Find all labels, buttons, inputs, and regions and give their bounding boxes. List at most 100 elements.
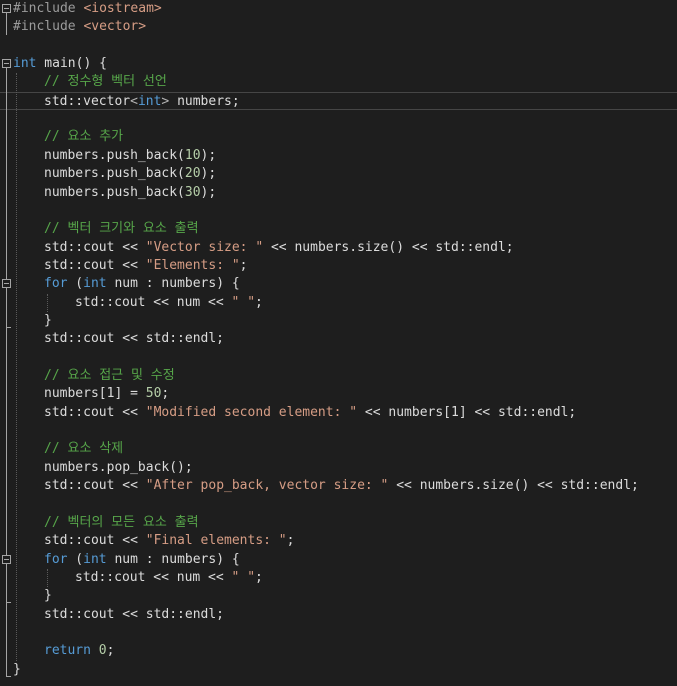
code-text: // 정수형 벡터 선언 [44, 73, 167, 91]
code-text: // 벡터의 모든 요소 출력 [44, 514, 199, 532]
code-token: for [44, 551, 68, 567]
code-line[interactable]: // 벡터의 모든 요소 출력 [0, 514, 677, 532]
code-token: // 정수형 벡터 선언 [44, 74, 167, 90]
code-editor[interactable]: #include <iostream> #include <vector> int … [0, 0, 677, 686]
code-text: std::cout << num << " "; [75, 294, 263, 312]
code-line[interactable] [0, 624, 677, 642]
code-line[interactable]: for (int num : numbers) { [0, 275, 677, 293]
code-text: numbers.push_back(10); [44, 147, 216, 165]
code-line[interactable]: for (int num : numbers) { [0, 551, 677, 569]
code-text: #include <vector> [13, 18, 146, 36]
code-line[interactable]: std::cout << "Final elements: "; [0, 532, 677, 550]
code-token: numbers.push_back( [44, 147, 185, 163]
code-token: 10 [184, 147, 201, 163]
code-token: <vector> [83, 19, 147, 35]
code-line[interactable]: #include <vector> [0, 18, 677, 36]
code-text: numbers.push_back(30); [44, 184, 216, 202]
code-line[interactable]: std::cout << "Modified second element: "… [0, 404, 677, 422]
code-line[interactable]: std::cout << std::endl; [0, 330, 677, 348]
code-text: std::cout << "Modified second element: "… [44, 404, 576, 422]
code-token: int [83, 276, 107, 292]
code-text: std::cout << "Final elements: "; [44, 532, 294, 550]
code-token: std::cout << num << [75, 294, 232, 310]
fold-range-line [6, 288, 7, 327]
fold-toggle-icon[interactable] [2, 554, 11, 564]
code-token: << numbers[1] << std::endl; [357, 404, 577, 420]
code-token: "Elements: " [145, 257, 240, 273]
code-line[interactable]: } [0, 661, 677, 679]
code-token: } [44, 588, 52, 604]
code-token: "Final elements: " [145, 533, 287, 549]
code-line[interactable] [0, 110, 677, 128]
code-token: #include [13, 1, 84, 16]
code-text: std::cout << "After pop_back, vector siz… [44, 477, 639, 495]
code-text: std::cout << "Vector size: " << numbers.… [44, 239, 514, 257]
code-line[interactable]: numbers.pop_back(); [0, 459, 677, 477]
code-token: int [137, 93, 162, 109]
code-token: return [44, 643, 91, 659]
code-token: // 요소 추가 [44, 129, 124, 145]
code-text: std::cout << std::endl; [44, 330, 224, 348]
code-token: num : numbers) { [106, 276, 240, 292]
code-line[interactable] [0, 495, 677, 513]
code-token: int [13, 56, 37, 72]
code-token: ); [200, 147, 217, 163]
code-token: << numbers.size() << std::endl; [263, 239, 514, 255]
fold-end-tick [6, 326, 11, 328]
code-token: numbers.pop_back(); [44, 459, 193, 475]
code-token: 50 [145, 386, 162, 402]
fold-toggle-icon[interactable] [2, 279, 11, 289]
code-line[interactable] [0, 37, 677, 55]
indent-guide [47, 293, 48, 312]
fold-toggle-icon[interactable] [2, 59, 11, 69]
code-line[interactable]: std::cout << std::endl; [0, 606, 677, 624]
code-line[interactable]: numbers.push_back(10); [0, 147, 677, 165]
fold-range-line [6, 13, 7, 36]
code-token: numbers.push_back( [44, 184, 185, 200]
code-line[interactable]: // 요소 삭제 [0, 440, 677, 458]
code-token: numbers; [169, 93, 240, 109]
code-line[interactable]: return 0; [0, 642, 677, 660]
code-token: ; [106, 643, 115, 659]
code-line[interactable]: int main() { [0, 55, 677, 73]
code-line[interactable]: std::cout << "Elements: "; [0, 257, 677, 275]
code-line[interactable] [0, 349, 677, 367]
code-line[interactable]: // 요소 접근 및 수정 [0, 367, 677, 385]
code-token: for [44, 276, 68, 292]
code-token: std::cout << std::endl; [44, 606, 225, 622]
code-line[interactable]: numbers.push_back(30); [0, 184, 677, 202]
code-token: ); [200, 184, 217, 200]
code-line[interactable]: } [0, 312, 677, 330]
code-text: } [13, 661, 21, 679]
code-text: std::cout << num << " "; [75, 569, 263, 587]
code-line[interactable] [0, 202, 677, 220]
code-token: #include [13, 19, 84, 35]
code-line[interactable]: numbers[1] = 50; [0, 385, 677, 403]
code-line[interactable]: std::cout << "Vector size: " << numbers.… [0, 239, 677, 257]
code-line[interactable]: std::cout << "After pop_back, vector siz… [0, 477, 677, 495]
code-token: // 벡터 크기와 요소 출력 [44, 221, 199, 237]
code-line[interactable]: // 벡터 크기와 요소 출력 [0, 220, 677, 238]
code-line[interactable]: numbers.push_back(20); [0, 165, 677, 183]
code-text: for (int num : numbers) { [44, 551, 240, 569]
code-token: std::cout << [44, 257, 146, 273]
code-line[interactable]: // 요소 추가 [0, 128, 677, 146]
code-line[interactable]: #include <iostream> [0, 0, 677, 18]
fold-toggle-icon[interactable] [2, 4, 11, 13]
code-token: std::cout << [44, 404, 146, 420]
code-token: << numbers.size() << std::endl; [388, 478, 639, 494]
code-token: 30 [184, 184, 201, 200]
code-line[interactable]: std::cout << num << " "; [0, 294, 677, 312]
code-text: // 벡터 크기와 요소 출력 [44, 220, 199, 238]
code-token: ; [239, 257, 248, 273]
fold-range-line [6, 563, 7, 603]
code-line[interactable] [0, 422, 677, 440]
code-token: ); [200, 166, 217, 182]
code-line[interactable]: std::vector<int> numbers; [0, 91, 677, 110]
code-line[interactable]: } [0, 587, 677, 605]
code-token: std:: [44, 93, 84, 109]
code-line[interactable]: std::cout << num << " "; [0, 569, 677, 587]
code-line[interactable]: // 정수형 벡터 선언 [0, 73, 677, 91]
code-token: std::cout << num << [75, 569, 232, 585]
